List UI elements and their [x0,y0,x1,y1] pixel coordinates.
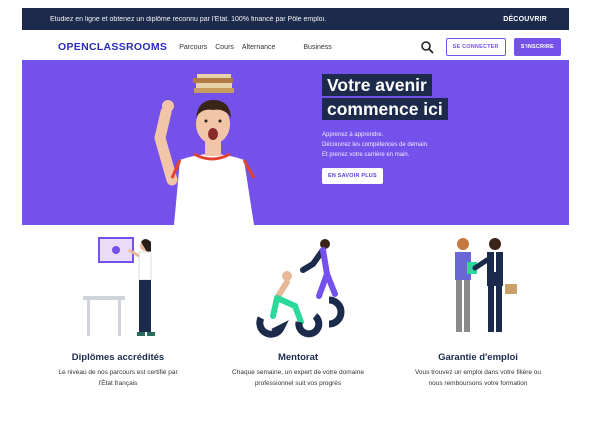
feature-description-line: Le niveau de nos parcours est certifié p… [58,369,178,376]
feature-description: Chaque semaine, un expert de votre domai… [208,367,388,389]
feature-title: Mentorat [277,352,319,363]
feature-description-line: professionnel suit vos progrès [254,380,342,387]
hero-title-line-1: Votre avenir [322,74,432,96]
signup-button[interactable]: S'INSCRIRE [513,38,561,56]
diploma-illustration [83,237,155,336]
feature-description: Le niveau de nos parcours est certifié p… [28,367,208,389]
hero-illustration [154,74,256,225]
mentoring-illustration [256,239,345,338]
hero-subtitle: Apprenez à apprendre. Découvrez les comp… [322,130,562,160]
nav-link-alternance[interactable]: Alternance [242,44,275,51]
feature-description-line: Vous trouvez un emploi dans votre filièr… [414,369,542,376]
job-guarantee-illustration [455,238,517,332]
feature-title: Garantie d'emploi [438,352,518,363]
feature-title: Diplômes accrédités [71,352,165,363]
feature-description-line: nous remboursons votre formation [428,380,528,387]
top-banner: Etudiez en ligne et obtenez un diplôme r… [22,8,569,30]
nav-link-parcours[interactable]: Parcours [179,44,207,51]
hero-title-line-2: commence ici [322,98,448,120]
banner-message: Etudiez en ligne et obtenez un diplôme r… [50,15,327,23]
hero-subtitle-line: Découvrez les compétences de demain. [322,142,429,148]
hero-banner: Votre avenir commence ici Apprenez à app… [22,60,569,225]
logo[interactable]: OPENCLASSROOMS [58,41,167,53]
feature-description-line: Chaque semaine, un expert de votre domai… [232,369,364,376]
nav-link-cours[interactable]: Cours [215,44,234,51]
feature-job-guarantee: Garantie d'emploi Vous trouvez un emploi… [388,232,568,389]
learn-more-button[interactable]: EN SAVOIR PLUS [322,168,383,184]
login-button[interactable]: SE CONNECTER [445,38,506,56]
feature-mentoring: Mentorat Chaque semaine, un expert de vo… [208,232,388,389]
hero-text: Votre avenir commence ici Apprenez à app… [322,74,562,184]
discover-link[interactable]: DÉCOUVRIR [503,16,547,23]
feature-description-line: l'État français [98,380,138,387]
search-icon[interactable] [420,40,434,54]
feature-accredited-diplomas: Diplômes accrédités Le niveau de nos par… [28,232,208,389]
nav-link-business[interactable]: Business [303,44,331,51]
hero-subtitle-line: Apprenez à apprendre. [322,132,384,138]
main-nav: OPENCLASSROOMS Parcours Cours Alternance… [22,34,569,60]
feature-description: Vous trouvez un emploi dans votre filièr… [388,367,568,389]
hero-subtitle-line: Et prenez votre carrière en main. [322,152,410,158]
